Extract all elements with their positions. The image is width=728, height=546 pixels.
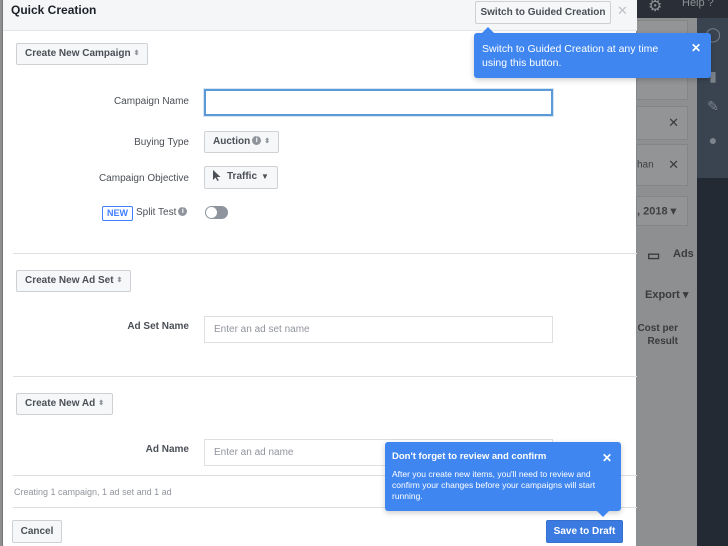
- gear-icon: ⚙: [648, 0, 663, 15]
- ad-set-name-label: Ad Set Name: [127, 321, 189, 332]
- background-topbar: ⚙ Help ?: [636, 0, 728, 18]
- review-confirm-tooltip: Don't forget to review and confirm After…: [385, 442, 621, 517]
- close-icon: ✕: [668, 157, 679, 172]
- background-sidebar: ◯ ▮ ✎ ●: [697, 18, 728, 546]
- guided-creation-tooltip: Switch to Guided Creation at any time us…: [474, 27, 711, 78]
- create-new-campaign-select[interactable]: Create New Campaign ⬍: [16, 43, 149, 65]
- toggle-knob: [206, 207, 217, 218]
- section-divider: [13, 253, 637, 254]
- help-link: Help ?: [682, 0, 714, 9]
- buying-type-label: Buying Type: [134, 137, 189, 148]
- caret-down-icon: ▼: [261, 172, 269, 181]
- modal-title: Quick Creation: [11, 3, 97, 17]
- new-badge: NEW: [102, 206, 133, 221]
- close-icon[interactable]: ✕: [617, 3, 628, 19]
- campaign-objective-label: Campaign Objective: [98, 173, 189, 184]
- switch-to-guided-button[interactable]: Switch to Guided Creation: [475, 1, 611, 24]
- background-export: Export ▾: [645, 289, 689, 301]
- campaign-objective-select[interactable]: Traffic ▼: [204, 166, 278, 189]
- background-tab-ads: Ads: [673, 248, 694, 260]
- background-card: han ✕: [636, 144, 688, 186]
- close-icon: ✕: [668, 115, 679, 130]
- tooltip-text: Switch to Guided Creation at any time us…: [482, 43, 659, 69]
- background-card: ✕: [636, 106, 688, 140]
- tooltip-body: After you create new items, you'll need …: [392, 469, 596, 501]
- create-new-ad-set-select[interactable]: Create New Ad Set ⬍: [16, 270, 132, 292]
- tooltip-title: Don't forget to review and confirm: [392, 451, 547, 462]
- pencil-icon: ✎: [707, 98, 719, 114]
- ad-set-name-input[interactable]: [204, 316, 553, 343]
- sort-arrows-icon: ⬍: [98, 400, 105, 407]
- clock-icon: ●: [708, 132, 718, 148]
- ads-tab-icon: ▭: [647, 247, 661, 263]
- save-to-draft-button[interactable]: Save to Draft: [546, 520, 623, 543]
- close-icon[interactable]: ✕: [602, 451, 612, 465]
- buying-type-select[interactable]: Auction i ⬍: [204, 131, 280, 153]
- create-new-ad-select[interactable]: Create New Ad ⬍: [16, 393, 114, 415]
- split-test-label: Split Test i: [136, 206, 188, 218]
- ad-name-label: Ad Name: [145, 444, 189, 455]
- background-date-picker: , 2018 ▾: [636, 196, 688, 226]
- split-test-toggle[interactable]: [205, 206, 228, 219]
- section-divider: [13, 376, 637, 377]
- info-icon: i: [252, 135, 262, 145]
- sort-arrows-icon: ⬍: [133, 50, 140, 57]
- cancel-button[interactable]: Cancel: [12, 520, 62, 543]
- sort-arrows-icon: ⬍: [264, 138, 271, 145]
- creation-summary: Creating 1 campaign, 1 ad set and 1 ad: [14, 487, 172, 497]
- close-icon[interactable]: ✕: [691, 41, 701, 55]
- cursor-icon: [213, 169, 221, 189]
- background-column-header: Cost per Result: [637, 323, 678, 347]
- campaign-name-input[interactable]: [204, 89, 553, 116]
- campaign-name-label: Campaign Name: [113, 96, 189, 107]
- info-icon: i: [178, 206, 188, 216]
- modal-header: Quick Creation Switch to Guided Creation…: [3, 0, 637, 31]
- sort-arrows-icon: ⬍: [116, 277, 123, 284]
